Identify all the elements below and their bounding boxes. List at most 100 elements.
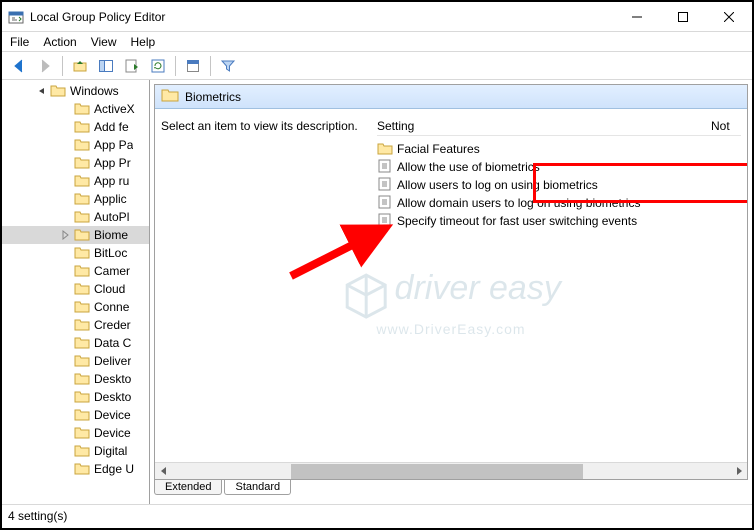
description-prompt: Select an item to view its description. — [161, 119, 377, 133]
minimize-button[interactable] — [614, 2, 660, 32]
folder-icon — [161, 87, 179, 106]
list-item-setting[interactable]: Specify timeout for fast user switching … — [377, 212, 741, 230]
tree-item[interactable]: Camer — [2, 262, 149, 280]
tree-root-label: Windows — [70, 84, 119, 98]
tree-item[interactable]: Cloud — [2, 280, 149, 298]
folder-icon — [74, 425, 90, 442]
list-item-setting[interactable]: Allow domain users to log on using biome… — [377, 194, 741, 212]
maximize-button[interactable] — [660, 2, 706, 32]
tree-item-label: ActiveX — [94, 102, 135, 116]
tree-item-label: Edge U — [94, 462, 134, 476]
filter-button[interactable] — [217, 55, 239, 77]
menu-file[interactable]: File — [10, 35, 29, 49]
list-item-label: Allow domain users to log on using biome… — [397, 196, 640, 210]
refresh-button[interactable] — [147, 55, 169, 77]
tree-item[interactable]: App Pr — [2, 154, 149, 172]
back-button[interactable] — [8, 55, 30, 77]
tree-item[interactable]: Data C — [2, 334, 149, 352]
tree-root[interactable]: Windows — [2, 82, 149, 100]
toolbar-separator — [210, 56, 211, 76]
tree-item[interactable]: Creder — [2, 316, 149, 334]
export-button[interactable] — [121, 55, 143, 77]
menu-help[interactable]: Help — [131, 35, 156, 49]
view-tabs: Extended Standard — [154, 480, 748, 500]
tree-item-label: Biome — [94, 228, 128, 242]
folder-icon — [74, 353, 90, 370]
tree-panel[interactable]: Windows ActiveXAdd feApp PaApp PrApp ruA… — [2, 80, 150, 504]
tree-item[interactable]: Biome — [2, 226, 149, 244]
tree-item[interactable]: BitLoc — [2, 244, 149, 262]
tree-item[interactable]: Conne — [2, 298, 149, 316]
menu-bar: File Action View Help — [2, 32, 752, 52]
collapse-icon[interactable] — [36, 85, 48, 97]
up-button[interactable] — [69, 55, 91, 77]
tree-item[interactable]: Deskto — [2, 388, 149, 406]
setting-icon — [377, 194, 393, 213]
tree-item-label: Conne — [94, 300, 129, 314]
folder-icon — [74, 371, 90, 388]
properties-button[interactable] — [182, 55, 204, 77]
tree-item-label: Creder — [94, 318, 131, 332]
tree-item-label: Data C — [94, 336, 131, 350]
settings-list: Setting Not Facial Features Allow the use… — [377, 119, 741, 462]
folder-icon — [74, 335, 90, 352]
column-state[interactable]: Not — [711, 119, 741, 133]
folder-icon — [74, 443, 90, 460]
tree-item[interactable]: Applic — [2, 190, 149, 208]
show-hide-tree-button[interactable] — [95, 55, 117, 77]
tree-item[interactable]: Deliver — [2, 352, 149, 370]
tree-item[interactable]: Edge U — [2, 460, 149, 478]
setting-icon — [377, 212, 393, 231]
folder-icon — [74, 191, 90, 208]
tree-item-label: Camer — [94, 264, 130, 278]
folder-icon — [74, 299, 90, 316]
tab-standard[interactable]: Standard — [224, 480, 291, 495]
scroll-right-icon[interactable] — [730, 463, 747, 480]
setting-icon — [377, 176, 393, 195]
right-panel: Biometrics Select an item to view its de… — [150, 80, 752, 504]
list-item-label: Allow users to log on using biometrics — [397, 178, 598, 192]
tree-item[interactable]: Device — [2, 424, 149, 442]
folder-icon — [74, 389, 90, 406]
scrollbar-thumb[interactable] — [291, 464, 583, 479]
toolbar-separator — [175, 56, 176, 76]
list-item-setting[interactable]: Allow users to log on using biometrics — [377, 176, 741, 194]
close-button[interactable] — [706, 2, 752, 32]
tab-extended[interactable]: Extended — [154, 480, 222, 495]
tree-item[interactable]: App Pa — [2, 136, 149, 154]
toolbar — [2, 52, 752, 80]
tree-item[interactable]: Add fe — [2, 118, 149, 136]
folder-icon — [74, 137, 90, 154]
folder-icon — [74, 245, 90, 262]
tree-item[interactable]: Device — [2, 406, 149, 424]
setting-icon — [377, 158, 393, 177]
details-header: Biometrics — [155, 85, 747, 109]
folder-icon — [74, 101, 90, 118]
menu-view[interactable]: View — [91, 35, 117, 49]
folder-icon — [74, 461, 90, 478]
tree-item[interactable]: App ru — [2, 172, 149, 190]
tree-item[interactable]: AutoPl — [2, 208, 149, 226]
folder-icon — [74, 407, 90, 424]
list-item-setting[interactable]: Allow the use of biometrics — [377, 158, 741, 176]
menu-action[interactable]: Action — [43, 35, 76, 49]
tree-item[interactable]: Digital — [2, 442, 149, 460]
tree-item-label: Device — [94, 408, 131, 422]
main-pane: Windows ActiveXAdd feApp PaApp PrApp ruA… — [2, 80, 752, 504]
scroll-left-icon[interactable] — [155, 463, 172, 480]
folder-icon — [74, 317, 90, 334]
expand-icon[interactable] — [60, 229, 72, 241]
horizontal-scrollbar[interactable] — [155, 462, 747, 479]
toolbar-separator — [62, 56, 63, 76]
folder-icon — [74, 281, 90, 298]
list-item-folder[interactable]: Facial Features — [377, 140, 741, 158]
list-item-label: Allow the use of biometrics — [397, 160, 540, 174]
column-setting[interactable]: Setting — [377, 119, 414, 133]
tree-item-label: Cloud — [94, 282, 125, 296]
folder-icon — [50, 83, 66, 100]
title-bar: Local Group Policy Editor — [2, 2, 752, 32]
tree-item[interactable]: ActiveX — [2, 100, 149, 118]
forward-button[interactable] — [34, 55, 56, 77]
tree-item-label: App Pa — [94, 138, 133, 152]
tree-item[interactable]: Deskto — [2, 370, 149, 388]
